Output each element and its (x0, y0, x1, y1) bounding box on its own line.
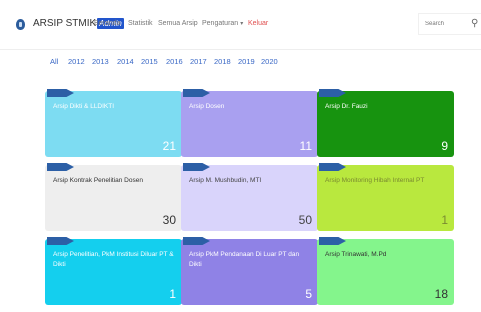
chevron-down-icon: ▾ (240, 21, 244, 27)
nav-settings-label: Pengaturan (202, 20, 239, 27)
card-title: Arsip M. Mushbudin, MTI (189, 177, 262, 184)
folder-tab-icon (319, 163, 346, 171)
archive-card[interactable]: Arsip Dosen 11 (181, 89, 318, 157)
folder-tab-icon (183, 163, 210, 171)
card-count: 5 (305, 287, 312, 301)
card-count: 9 (441, 139, 448, 153)
folder-tab-icon (183, 89, 210, 97)
nav-stats[interactable]: Statistik (128, 20, 153, 27)
archive-card[interactable]: Arsip M. Mushbudin, MTI 50 (181, 163, 318, 231)
year-2013[interactable]: 2013 (92, 57, 109, 66)
nav-settings[interactable]: Pengaturan ▾ (202, 20, 243, 27)
archive-card[interactable]: Arsip Dr. Fauzi 9 (317, 89, 454, 157)
year-2014[interactable]: 2014 (117, 57, 134, 66)
year-2015[interactable]: 2015 (141, 57, 158, 66)
search-icon[interactable]: ⚲ (471, 18, 478, 29)
logo-icon (16, 19, 25, 30)
card-title: Arsip Penelitian, PkM Institusi Diluar P… (53, 251, 174, 268)
card-count: 21 (162, 139, 176, 153)
folder-tab-icon (47, 163, 74, 171)
card-count: 50 (298, 213, 312, 227)
year-2019[interactable]: 2019 (238, 57, 255, 66)
card-count: 30 (162, 213, 176, 227)
archive-card[interactable]: Arsip Monitoring Hibah Internal PT 1 (317, 163, 454, 231)
folder-tab-icon (47, 237, 74, 245)
brand-name: ARSIP STMIK (33, 18, 97, 29)
archive-card[interactable]: Arsip Dikti & LLDIKTI 21 (45, 89, 182, 157)
year-2018[interactable]: 2018 (214, 57, 231, 66)
archive-card[interactable]: Arsip Kontrak Penelitian Dosen 30 (45, 163, 182, 231)
archive-card[interactable]: Arsip Penelitian, PkM Institusi Diluar P… (45, 237, 182, 305)
card-title: Arsip Monitoring Hibah Internal PT (325, 177, 425, 184)
year-2020[interactable]: 2020 (261, 57, 278, 66)
top-navbar: ARSIP STMIK Admin Beranda Statistik Semua… (0, 0, 481, 50)
year-2012[interactable]: 2012 (68, 57, 85, 66)
card-count: 11 (299, 139, 312, 153)
card-title: Arsip PkM Pendanaan Di Luar PT dan Dikti (189, 251, 300, 268)
archive-card[interactable]: Arsip Trinawati, M.Pd 18 (317, 237, 454, 305)
folder-tab-icon (319, 237, 346, 245)
card-title: Arsip Trinawati, M.Pd (325, 251, 387, 258)
nav-all-archives[interactable]: Semua Arsip (158, 20, 198, 27)
nav-home[interactable]: Beranda (94, 20, 120, 27)
card-title: Arsip Dosen (189, 103, 225, 110)
folder-tab-icon (47, 89, 74, 97)
folder-tab-icon (183, 237, 210, 245)
card-title: Arsip Kontrak Penelitian Dosen (53, 177, 143, 184)
card-count: 18 (434, 287, 448, 301)
archive-card[interactable]: Arsip PkM Pendanaan Di Luar PT dan Dikti… (181, 237, 318, 305)
year-2017[interactable]: 2017 (190, 57, 207, 66)
card-title: Arsip Dr. Fauzi (325, 103, 368, 110)
card-count: 1 (441, 213, 448, 227)
nav-logout[interactable]: Keluar (248, 20, 268, 27)
folder-tab-icon (319, 89, 346, 97)
year-2016[interactable]: 2016 (166, 57, 183, 66)
year-all[interactable]: All (50, 57, 58, 66)
card-count: 1 (169, 287, 176, 301)
card-title: Arsip Dikti & LLDIKTI (53, 103, 115, 110)
